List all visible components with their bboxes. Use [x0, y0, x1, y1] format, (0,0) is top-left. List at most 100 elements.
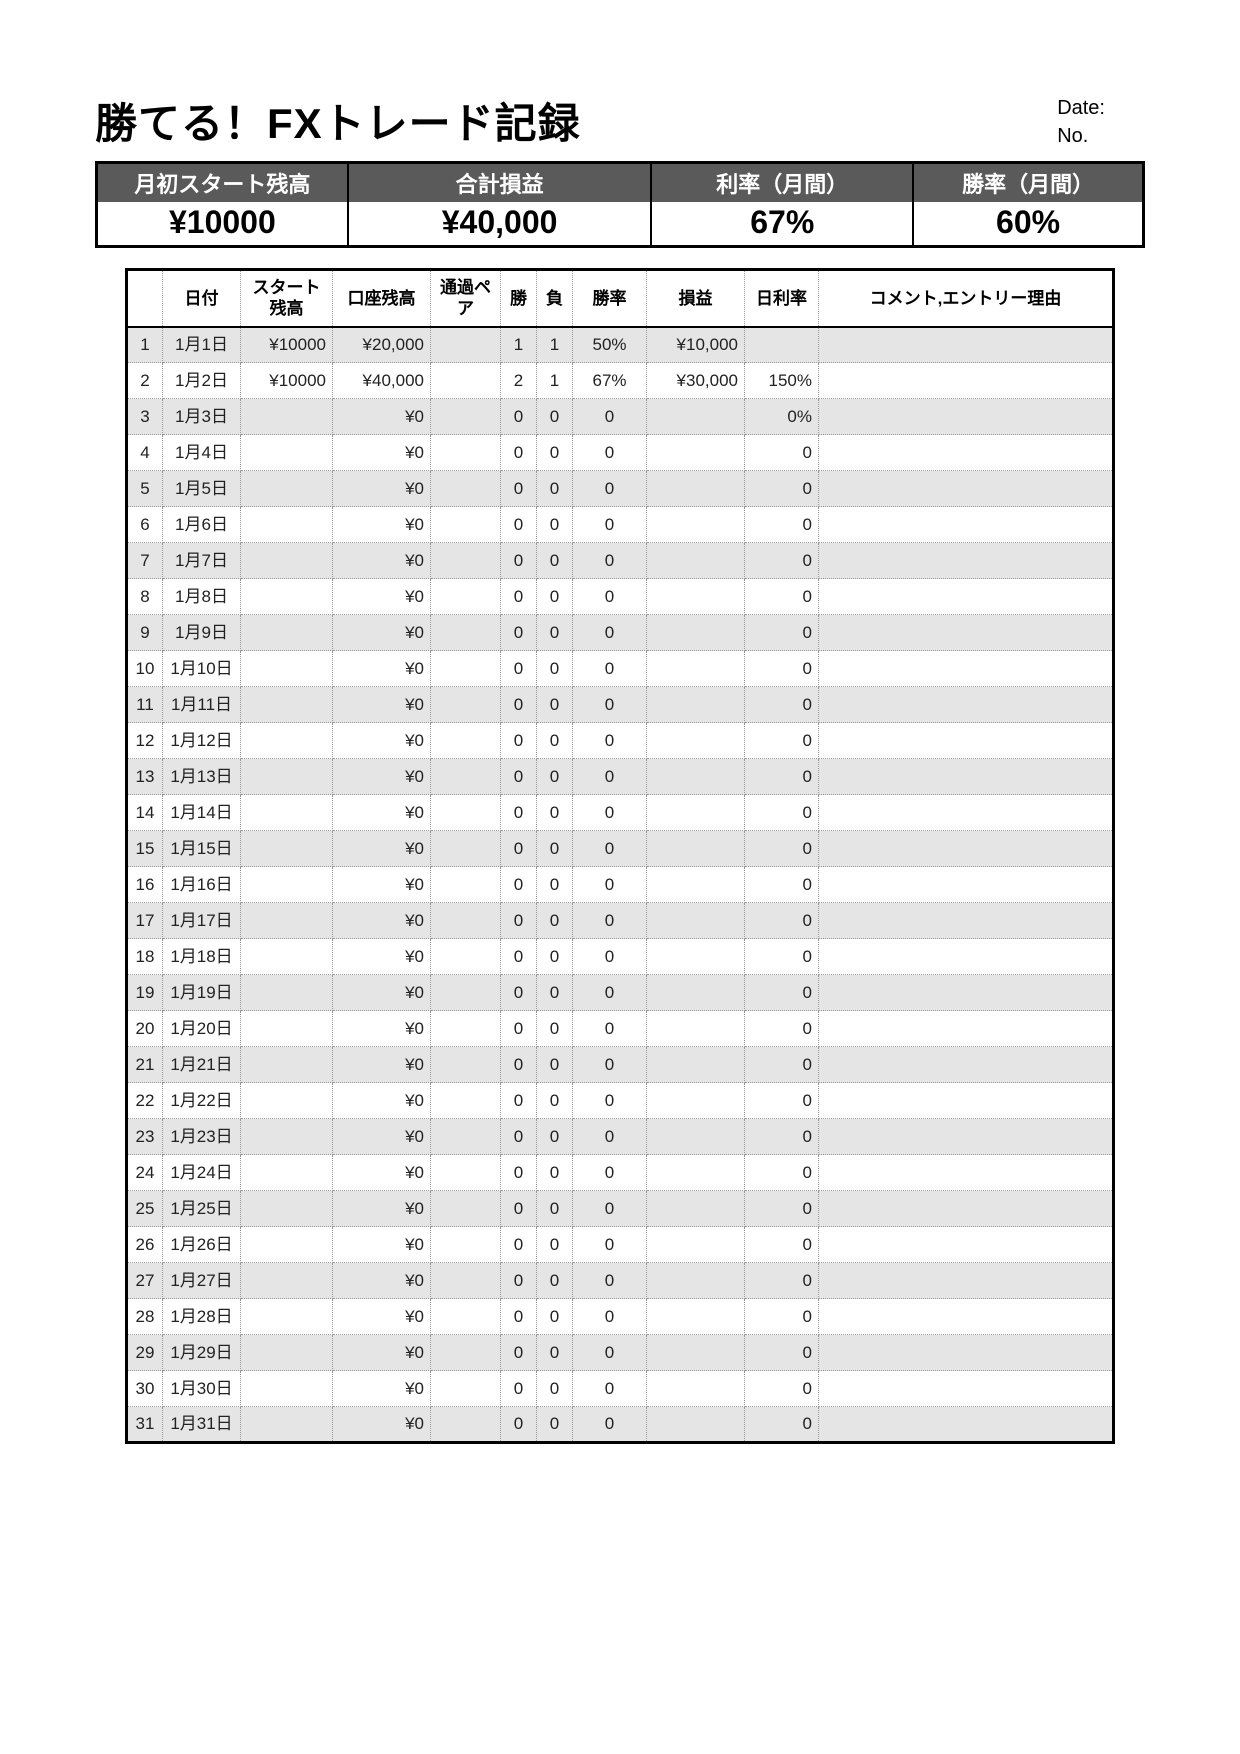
- cell-daily: 0: [745, 1011, 819, 1047]
- cell-win: 0: [501, 579, 537, 615]
- cell-rate: 0: [573, 651, 647, 687]
- cell-lose: 1: [537, 327, 573, 363]
- cell-pair: [431, 1155, 501, 1191]
- cell-idx: 6: [127, 507, 163, 543]
- cell-lose: 0: [537, 435, 573, 471]
- cell-balance: ¥0: [333, 1227, 431, 1263]
- cell-pl: [647, 1227, 745, 1263]
- cell-balance: ¥0: [333, 939, 431, 975]
- cell-daily: 0: [745, 1227, 819, 1263]
- cell-start: [241, 507, 333, 543]
- cell-idx: 24: [127, 1155, 163, 1191]
- cell-start: [241, 1191, 333, 1227]
- cell-start: [241, 1407, 333, 1443]
- table-row: 201月20日¥00000: [127, 1011, 1114, 1047]
- cell-daily: 0: [745, 1155, 819, 1191]
- cell-comment: [819, 435, 1114, 471]
- cell-balance: ¥0: [333, 1083, 431, 1119]
- cell-balance: ¥0: [333, 759, 431, 795]
- cell-pl: [647, 1407, 745, 1443]
- cell-lose: 0: [537, 399, 573, 435]
- col-comment: コメント,エントリー理由: [819, 270, 1114, 327]
- cell-win: 0: [501, 1191, 537, 1227]
- table-row: 71月7日¥00000: [127, 543, 1114, 579]
- cell-win: 0: [501, 795, 537, 831]
- cell-lose: 0: [537, 1047, 573, 1083]
- summary-header-total-pl: 合計損益: [348, 163, 652, 203]
- cell-idx: 1: [127, 327, 163, 363]
- cell-win: 0: [501, 975, 537, 1011]
- cell-date: 1月19日: [163, 975, 241, 1011]
- cell-lose: 0: [537, 1083, 573, 1119]
- cell-pair: [431, 507, 501, 543]
- cell-lose: 0: [537, 1191, 573, 1227]
- cell-rate: 0: [573, 831, 647, 867]
- cell-balance: ¥0: [333, 723, 431, 759]
- cell-start: [241, 579, 333, 615]
- cell-date: 1月27日: [163, 1263, 241, 1299]
- table-row: 231月23日¥00000: [127, 1119, 1114, 1155]
- cell-pair: [431, 939, 501, 975]
- col-pair: 通過ペア: [431, 270, 501, 327]
- cell-pl: [647, 723, 745, 759]
- cell-pl: [647, 615, 745, 651]
- cell-rate: 0: [573, 1119, 647, 1155]
- cell-date: 1月31日: [163, 1407, 241, 1443]
- cell-start: [241, 723, 333, 759]
- cell-pl: [647, 1371, 745, 1407]
- cell-lose: 0: [537, 1263, 573, 1299]
- cell-date: 1月7日: [163, 543, 241, 579]
- cell-rate: 0: [573, 687, 647, 723]
- col-win: 勝: [501, 270, 537, 327]
- summary-value-win-month: 60%: [913, 202, 1143, 247]
- cell-pair: [431, 687, 501, 723]
- cell-lose: 0: [537, 903, 573, 939]
- cell-comment: [819, 651, 1114, 687]
- cell-idx: 22: [127, 1083, 163, 1119]
- cell-start: [241, 687, 333, 723]
- cell-pl: [647, 471, 745, 507]
- cell-comment: [819, 759, 1114, 795]
- detail-wrap: 日付 スタート残高 口座残高 通過ペア 勝 負 勝率 損益 日利率 コメント,エ…: [95, 268, 1145, 1444]
- cell-idx: 14: [127, 795, 163, 831]
- cell-start: [241, 975, 333, 1011]
- cell-balance: ¥0: [333, 615, 431, 651]
- cell-balance: ¥0: [333, 1371, 431, 1407]
- cell-idx: 7: [127, 543, 163, 579]
- cell-balance: ¥20,000: [333, 327, 431, 363]
- cell-pl: [647, 1047, 745, 1083]
- cell-pair: [431, 1335, 501, 1371]
- cell-balance: ¥0: [333, 795, 431, 831]
- cell-pl: [647, 579, 745, 615]
- table-row: 241月24日¥00000: [127, 1155, 1114, 1191]
- cell-win: 0: [501, 723, 537, 759]
- cell-rate: 0: [573, 1371, 647, 1407]
- table-row: 141月14日¥00000: [127, 795, 1114, 831]
- col-idx: [127, 270, 163, 327]
- cell-daily: 0: [745, 1335, 819, 1371]
- cell-idx: 26: [127, 1227, 163, 1263]
- cell-rate: 0: [573, 939, 647, 975]
- cell-win: 0: [501, 507, 537, 543]
- col-start: スタート残高: [241, 270, 333, 327]
- cell-balance: ¥0: [333, 1335, 431, 1371]
- col-balance: 口座残高: [333, 270, 431, 327]
- cell-pl: [647, 399, 745, 435]
- cell-rate: 0: [573, 1011, 647, 1047]
- table-row: 41月4日¥00000: [127, 435, 1114, 471]
- cell-comment: [819, 795, 1114, 831]
- cell-pl: [647, 795, 745, 831]
- cell-pair: [431, 975, 501, 1011]
- cell-win: 0: [501, 1227, 537, 1263]
- cell-comment: [819, 831, 1114, 867]
- cell-pl: [647, 975, 745, 1011]
- cell-comment: [819, 1227, 1114, 1263]
- cell-daily: 0: [745, 1371, 819, 1407]
- cell-win: 0: [501, 471, 537, 507]
- cell-comment: [819, 1083, 1114, 1119]
- cell-start: [241, 399, 333, 435]
- cell-win: 0: [501, 759, 537, 795]
- table-row: 101月10日¥00000: [127, 651, 1114, 687]
- cell-balance: ¥0: [333, 1191, 431, 1227]
- cell-idx: 28: [127, 1299, 163, 1335]
